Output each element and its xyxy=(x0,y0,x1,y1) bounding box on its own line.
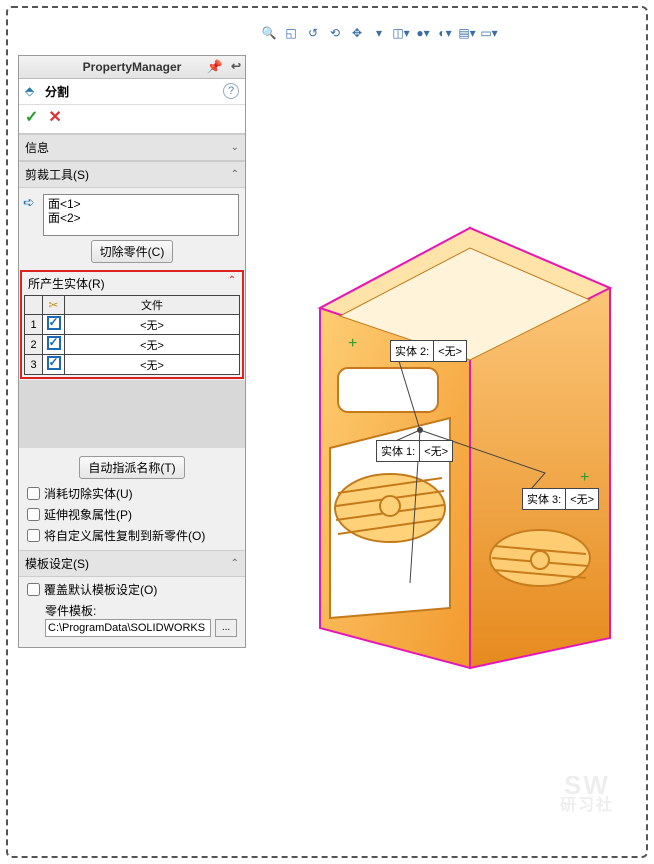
section-template-header[interactable]: 模板设定(S) ⌃ xyxy=(19,550,245,577)
help-icon[interactable]: ? xyxy=(223,83,239,99)
panel-title: PropertyManager 📌 ↩ xyxy=(19,56,245,79)
section-template-label: 模板设定(S) xyxy=(25,555,89,572)
row-file-cell[interactable]: <无> xyxy=(65,335,240,355)
ok-cancel-row: ✓ ✕ xyxy=(19,105,245,134)
pushpin-icon[interactable]: 📌 xyxy=(207,59,223,75)
col-file-header: 文件 xyxy=(65,296,240,315)
checkbox-checked-icon[interactable] xyxy=(47,336,61,350)
chevron-up-icon: ⌃ xyxy=(231,558,239,569)
face-item[interactable]: 面<2> xyxy=(48,211,234,225)
override-checkbox-row[interactable]: 覆盖默认模板设定(O) xyxy=(23,579,241,600)
scissors-icon: ✂ xyxy=(48,298,58,312)
rotate-view-icon[interactable]: ⟲ xyxy=(326,24,344,42)
row-number: 3 xyxy=(25,355,43,375)
cancel-button[interactable]: ✕ xyxy=(48,107,61,127)
copy-custom-checkbox-row[interactable]: 将自定义属性复制到新零件(O) xyxy=(23,525,241,546)
extend-checkbox[interactable] xyxy=(27,508,40,521)
cut-part-button[interactable]: 切除零件(C) xyxy=(91,240,174,263)
watermark: SW 研习社 xyxy=(560,772,614,814)
zoom-area-icon[interactable]: ◱ xyxy=(282,24,300,42)
callout-value[interactable]: <无> xyxy=(420,441,452,461)
svg-text:+: + xyxy=(348,335,357,352)
selection-arrow-icon: ➪ xyxy=(23,194,35,211)
command-row: ⬘ 分割 ? xyxy=(19,79,245,105)
table-scroll-area xyxy=(19,380,245,448)
section-info-header[interactable]: 信息 ⌄ xyxy=(19,134,245,161)
col-check-header: ✂ xyxy=(43,296,65,315)
extend-label: 延伸视象属性(P) xyxy=(44,506,132,523)
body-callout-1[interactable]: 实体 1: <无> xyxy=(376,440,453,462)
view-toolbar: 🔍 ◱ ↺ ⟲ ✥ ▾ ◫▾ ●▾ ◐▾ ▤▾ ▭▾ xyxy=(260,24,498,42)
appearance-icon[interactable]: ◐▾ xyxy=(436,24,454,42)
face-item[interactable]: 面<1> xyxy=(48,197,234,211)
template-path-input[interactable] xyxy=(45,619,211,637)
section-result-header[interactable]: 所产生实体(R) ⌃ xyxy=(24,274,240,293)
display-style-icon[interactable]: ◫▾ xyxy=(392,24,410,42)
watermark-line1: SW xyxy=(560,772,614,798)
scene-icon[interactable]: ▤▾ xyxy=(458,24,476,42)
body-callout-3[interactable]: 实体 3: <无> xyxy=(522,488,599,510)
pan-icon[interactable]: ✥ xyxy=(348,24,366,42)
row-check-cell[interactable] xyxy=(43,315,65,335)
trim-faces-list[interactable]: 面<1> 面<2> xyxy=(43,194,239,236)
table-row[interactable]: 2 <无> xyxy=(25,335,240,355)
callout-value[interactable]: <无> xyxy=(434,341,466,361)
model-illustration: + + xyxy=(260,48,650,748)
row-file-cell[interactable]: <无> xyxy=(65,315,240,335)
auto-name-button[interactable]: 自动指派名称(T) xyxy=(79,456,184,479)
section-result-label: 所产生实体(R) xyxy=(28,275,105,292)
browse-button[interactable]: ... xyxy=(215,619,237,637)
extend-checkbox-row[interactable]: 延伸视象属性(P) xyxy=(23,504,241,525)
callout-value[interactable]: <无> xyxy=(566,489,598,509)
chevron-up-icon: ⌃ xyxy=(231,169,239,180)
graphics-viewport[interactable]: + + 实体 1: <无> 实体 2: xyxy=(260,48,644,854)
panel-title-text: PropertyManager xyxy=(83,60,182,74)
override-label: 覆盖默认模板设定(O) xyxy=(44,581,157,598)
row-number: 1 xyxy=(25,315,43,335)
command-name: 分割 xyxy=(45,83,69,100)
copy-custom-checkbox[interactable] xyxy=(27,529,40,542)
table-row[interactable]: 1 <无> xyxy=(25,315,240,335)
checkbox-checked-icon[interactable] xyxy=(47,356,61,370)
row-file-cell[interactable]: <无> xyxy=(65,355,240,375)
body-callout-2[interactable]: 实体 2: <无> xyxy=(390,340,467,362)
hide-show-icon[interactable]: ●▾ xyxy=(414,24,432,42)
split-feature-icon: ⬘ xyxy=(25,84,41,100)
row-check-cell[interactable] xyxy=(43,335,65,355)
section-info-label: 信息 xyxy=(25,139,49,156)
svg-text:+: + xyxy=(580,469,589,486)
chevron-down-icon: ⌄ xyxy=(231,142,239,153)
checkbox-checked-icon[interactable] xyxy=(47,316,61,330)
bodies-table: ✂ 文件 1 <无> 2 <无> 3 <无> xyxy=(24,295,240,375)
section-trim-label: 剪裁工具(S) xyxy=(25,166,89,183)
watermark-line2: 研习社 xyxy=(560,798,614,814)
col-num-header xyxy=(25,296,43,315)
section-trim-body: ➪ 面<1> 面<2> 切除零件(C) xyxy=(19,188,245,269)
override-checkbox[interactable] xyxy=(27,583,40,596)
callout-label: 实体 3: xyxy=(523,489,566,509)
copy-custom-label: 将自定义属性复制到新零件(O) xyxy=(44,527,205,544)
consume-label: 消耗切除实体(U) xyxy=(44,485,133,502)
callout-label: 实体 1: xyxy=(377,441,420,461)
zoom-previous-icon[interactable]: ↺ xyxy=(304,24,322,42)
row-number: 2 xyxy=(25,335,43,355)
zoom-fit-icon[interactable]: 🔍 xyxy=(260,24,278,42)
property-manager-panel: PropertyManager 📌 ↩ ⬘ 分割 ? ✓ ✕ 信息 ⌄ 剪裁工具… xyxy=(18,55,246,648)
section-template-body: 覆盖默认模板设定(O) 零件模板: ... xyxy=(19,577,245,647)
consume-checkbox-row[interactable]: 消耗切除实体(U) xyxy=(23,483,241,504)
back-arrow-icon[interactable]: ↩ xyxy=(231,59,241,73)
resulting-bodies-highlight: 所产生实体(R) ⌃ ✂ 文件 1 <无> 2 <无> 3 <无> xyxy=(20,270,244,379)
ok-button[interactable]: ✓ xyxy=(25,107,38,127)
row-check-cell[interactable] xyxy=(43,355,65,375)
consume-checkbox[interactable] xyxy=(27,487,40,500)
chevron-up-icon: ⌃ xyxy=(228,275,236,292)
view-settings-icon[interactable]: ▭▾ xyxy=(480,24,498,42)
callout-label: 实体 2: xyxy=(391,341,434,361)
view-orient-icon[interactable]: ▾ xyxy=(370,24,388,42)
options-body: 自动指派名称(T) 消耗切除实体(U) 延伸视象属性(P) 将自定义属性复制到新… xyxy=(19,448,245,550)
table-row[interactable]: 3 <无> xyxy=(25,355,240,375)
section-trim-header[interactable]: 剪裁工具(S) ⌃ xyxy=(19,161,245,188)
template-label: 零件模板: xyxy=(23,600,241,619)
